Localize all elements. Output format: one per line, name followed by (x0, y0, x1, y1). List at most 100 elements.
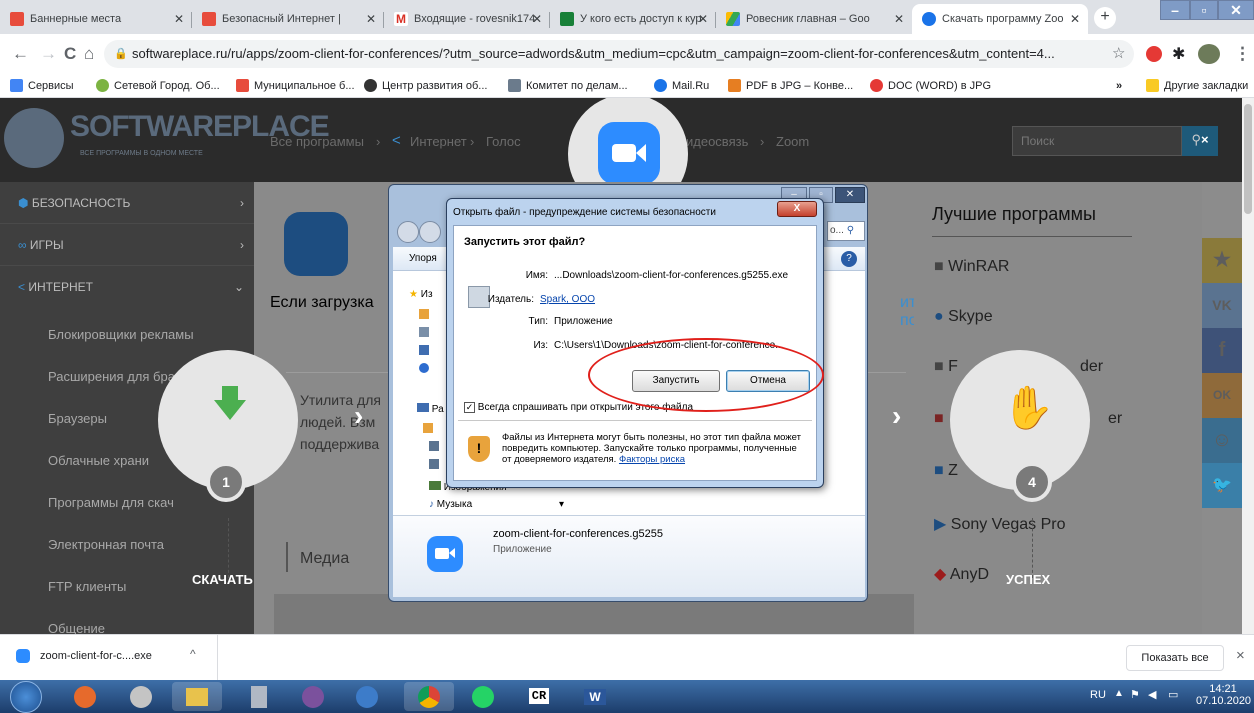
vk-share-icon[interactable]: VK (1202, 283, 1242, 328)
scrollbar-thumb[interactable] (1244, 104, 1252, 214)
network-icon[interactable]: ▭ (1168, 688, 1178, 701)
sidebar-item-email[interactable]: Электронная почта (0, 524, 254, 566)
close-tab-icon[interactable]: ✕ (174, 4, 184, 34)
volume-icon[interactable]: ◀ (1148, 688, 1156, 701)
bookmark-municipal[interactable]: Муниципальное б... (236, 78, 355, 94)
organize-menu[interactable]: Упоря (409, 253, 437, 264)
browser-menu-icon[interactable]: ⋮ (1234, 44, 1251, 64)
page-scrollbar[interactable] (1242, 98, 1254, 634)
show-all-downloads-button[interactable]: Показать все (1126, 645, 1224, 671)
word-taskbar-icon[interactable]: W (570, 682, 620, 711)
breadcrumb-internet[interactable]: Интернет (410, 134, 467, 149)
extension-icon[interactable] (1146, 46, 1162, 62)
bookmark-star-icon[interactable]: ☆ (1112, 44, 1125, 64)
explorer-taskbar-icon[interactable] (172, 682, 222, 711)
breadcrumb-zoom[interactable]: Zoom (776, 134, 809, 149)
maximize-window-button[interactable]: ▫ (1190, 0, 1218, 20)
forward-button[interactable]: → (40, 44, 57, 64)
back-button[interactable]: ← (12, 44, 29, 64)
twitter-share-icon[interactable]: 🐦 (1202, 463, 1242, 508)
best-program-item[interactable]: ■ (934, 410, 944, 428)
chevron-down-icon[interactable]: ▾ (559, 499, 564, 510)
chevron-up-icon[interactable]: ^ (190, 647, 196, 661)
sidebar-item-adblock[interactable]: Блокировщики рекламы (0, 314, 254, 356)
bookmark-dev-center[interactable]: Центр развития об... (364, 78, 487, 94)
nav-row[interactable]: Ра (417, 403, 444, 415)
risk-factors-link[interactable]: Факторы риска (619, 454, 685, 465)
home-button[interactable]: ⌂ (84, 44, 94, 64)
calculator-taskbar-icon[interactable] (234, 682, 284, 711)
site-search-button[interactable]: ⚲× (1182, 126, 1218, 156)
start-button[interactable] (10, 681, 42, 713)
best-program-item[interactable]: ▶ Sony Vegas Pro (934, 514, 1066, 534)
breadcrumb-voice[interactable]: Голос (486, 134, 521, 149)
best-program-item[interactable]: ● Skype (934, 308, 993, 326)
close-tab-icon[interactable]: ✕ (366, 4, 376, 34)
bookmark-network-city[interactable]: Сетевой Город. Об... (96, 78, 220, 94)
close-tab-icon[interactable]: ✕ (1070, 4, 1080, 34)
moi-mir-share-icon[interactable]: ☺ (1202, 418, 1242, 463)
firefox-taskbar-icon[interactable] (60, 682, 110, 711)
tray-expand-icon[interactable]: ▲ (1114, 688, 1124, 699)
reload-button[interactable]: C (64, 44, 76, 64)
tab-banner-places[interactable]: Баннерные места ✕ (0, 4, 192, 34)
best-program-item[interactable]: ◆ AnyD (934, 564, 989, 584)
whatsapp-taskbar-icon[interactable] (458, 682, 508, 711)
viber-taskbar-icon[interactable] (288, 682, 338, 711)
breadcrumb-video[interactable]: идеосвязь (686, 134, 748, 149)
other-bookmarks-folder[interactable]: Другие закладки (1146, 78, 1248, 94)
close-tab-icon[interactable]: ✕ (894, 4, 904, 34)
bookmark-mailru[interactable]: Mail.Ru (654, 78, 709, 94)
download-item[interactable]: zoom-client-for-c....exe ^ (0, 635, 218, 681)
ok-share-icon[interactable]: OK (1202, 373, 1242, 418)
close-download-shelf-button[interactable]: × (1236, 647, 1245, 664)
chrome-taskbar-icon[interactable] (404, 682, 454, 711)
avatar[interactable] (1198, 44, 1220, 64)
flag-icon[interactable]: ⚑ (1130, 688, 1140, 701)
close-icon[interactable]: × (1201, 132, 1209, 147)
facebook-share-icon[interactable]: f (1202, 328, 1242, 373)
language-indicator[interactable]: RU (1090, 689, 1106, 701)
minimize-window-button[interactable]: – (1160, 0, 1190, 20)
favorite-star-icon[interactable]: ★ (1202, 238, 1242, 283)
close-window-button[interactable]: ✕ (1218, 0, 1254, 20)
explorer-close-button[interactable]: ✕ (835, 187, 865, 203)
explorer-search-input[interactable]: о... ⚲ (827, 221, 865, 241)
app-taskbar-icon[interactable] (116, 682, 166, 711)
best-program-item[interactable]: ■ Z (934, 462, 958, 480)
tab-gmail-inbox[interactable]: M Входящие - rovesnik174 ✕ (384, 4, 550, 34)
tab-rovesnik-drive[interactable]: Ровесник главная – Goo ✕ (716, 4, 912, 34)
sidebar-category-internet[interactable]: < ИНТЕРНЕТ ⌄ (0, 266, 254, 308)
sidebar-category-security[interactable]: ⬢ БЕЗОПАСНОСТЬ › (0, 182, 254, 224)
address-bar[interactable]: 🔒 softwareplace.ru/ru/apps/zoom-client-f… (104, 40, 1134, 68)
close-tab-icon[interactable]: ✕ (532, 4, 542, 34)
bookmark-services[interactable]: Сервисы (10, 78, 74, 94)
best-program-item[interactable]: ■ F (934, 358, 958, 376)
sidebar-category-games[interactable]: ∞ ИГРЫ › (0, 224, 254, 266)
clock[interactable]: 14:21 07.10.2020 (1196, 683, 1251, 707)
bookmark-committee[interactable]: Комитет по делам... (508, 78, 628, 94)
nav-music[interactable]: ♪ Музыка (429, 499, 472, 510)
nav-favorites[interactable]: ★ Из (409, 289, 433, 300)
back-arrow-icon[interactable] (397, 221, 419, 243)
network-taskbar-icon[interactable] (342, 682, 392, 711)
new-tab-button[interactable]: + (1094, 7, 1116, 29)
sidebar-item-chat[interactable]: Общение (0, 608, 254, 634)
breadcrumb-all[interactable]: Все программы (270, 134, 364, 149)
forward-arrow-icon[interactable] (419, 221, 441, 243)
bookmark-pdf-jpg[interactable]: PDF в JPG – Конве... (728, 78, 853, 94)
bookmark-doc-jpg[interactable]: DOC (WORD) в JPG (870, 78, 991, 94)
best-program-item[interactable]: ■ WinRAR (934, 258, 1009, 276)
bookmark-label: Муниципальное б... (254, 80, 355, 92)
puzzle-extensions-icon[interactable]: ✱ (1172, 44, 1185, 64)
tab-zoom-download[interactable]: Скачать программу Zoo ✕ (912, 4, 1088, 34)
more-bookmarks-button[interactable]: » (1116, 78, 1122, 94)
site-search-input[interactable]: Поиск (1012, 126, 1182, 156)
publisher-link[interactable]: Spark, OOO (540, 294, 595, 305)
cr-taskbar-icon[interactable]: CR (514, 682, 564, 711)
help-icon[interactable]: ? (841, 251, 857, 267)
close-tab-icon[interactable]: ✕ (698, 4, 708, 34)
dialog-close-button[interactable]: X (777, 201, 817, 217)
tab-course-access[interactable]: У кого есть доступ к кур ✕ (550, 4, 716, 34)
tab-safe-internet[interactable]: Безопасный Интернет | ✕ (192, 4, 384, 34)
